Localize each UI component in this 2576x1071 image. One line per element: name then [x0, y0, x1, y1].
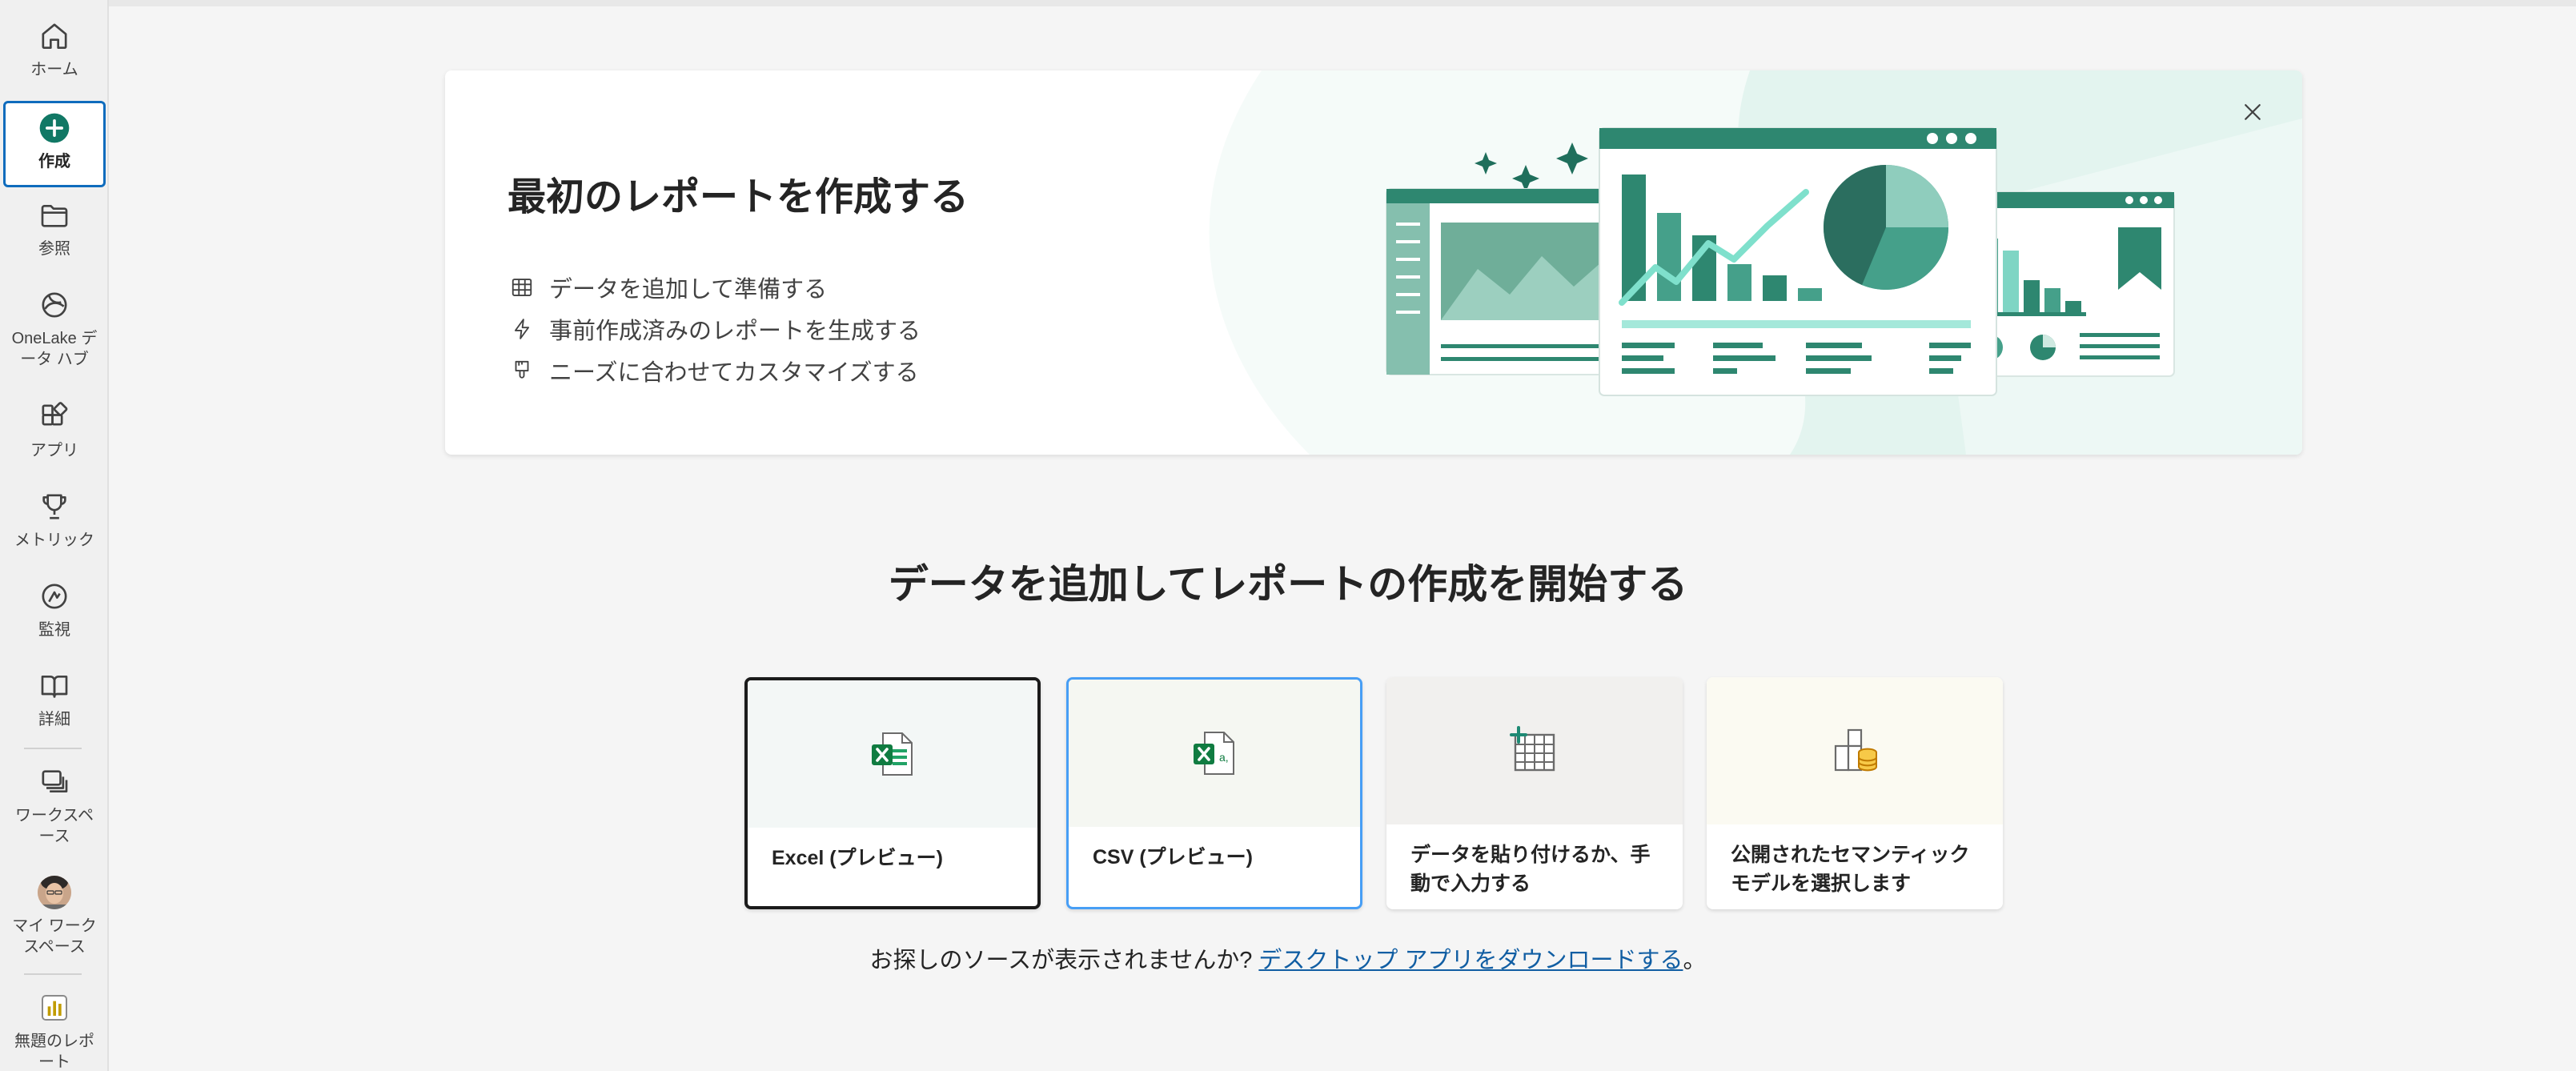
- banner-bullet-customize: ニーズに合わせてカスタマイズする: [508, 354, 919, 387]
- excel-card-label: Excel (プレビュー): [772, 847, 943, 869]
- excel-icon: [872, 732, 913, 776]
- nav-onelake-label-2: ータ ハブ: [20, 351, 89, 368]
- paste-data-card[interactable]: データを貼り付けるか、手 動で入力する: [1386, 677, 1683, 909]
- nav-browse[interactable]: 参照: [3, 197, 106, 259]
- banner-bullet-generate-report: 事前作成済みのレポートを生成する: [508, 312, 921, 346]
- nav-apps-label: アプリ: [30, 442, 78, 459]
- nav-untitled-report[interactable]: 無題のレポ ート: [3, 989, 106, 1071]
- top-border: [0, 0, 2576, 6]
- nav-workspaces[interactable]: ワークスペ ース: [3, 764, 106, 847]
- semantic-card-top: [1707, 677, 2003, 824]
- nav-apps[interactable]: アプリ: [3, 399, 106, 461]
- banner-bullet-prepare-data: データを追加して準備する: [508, 271, 827, 304]
- paste-card-top: [1386, 677, 1683, 824]
- semantic-card-label-2: モデルを選択します: [1731, 872, 1912, 895]
- nav-metrics[interactable]: メトリック: [3, 488, 106, 551]
- nav-workspaces-label-1: ワークスペ: [15, 807, 94, 824]
- nav-browse-label: 参照: [38, 240, 70, 258]
- apps-icon: [36, 399, 73, 435]
- lightning-icon: [508, 315, 536, 343]
- banner-close-button[interactable]: [2232, 91, 2273, 133]
- nav-learn-label: 詳細: [38, 711, 70, 728]
- nav-workspaces-label-2: ース: [38, 828, 70, 845]
- paste-card-label-2: 動で入力する: [1410, 872, 1531, 895]
- semantic-model-card[interactable]: 公開されたセマンティック モデルを選択します: [1707, 677, 2003, 909]
- create-plus-icon: [36, 110, 73, 146]
- section-title: データを追加してレポートの作成を開始する: [888, 562, 1688, 607]
- nav-onelake-data-hub[interactable]: OneLake デ ータ ハブ: [3, 287, 106, 370]
- csv-card-top: a,: [1069, 680, 1360, 827]
- nav-metrics-label: メトリック: [14, 531, 94, 549]
- workspaces-icon: [36, 764, 73, 800]
- book-icon: [36, 668, 73, 704]
- excel-source-card[interactable]: Excel (プレビュー): [744, 677, 1041, 909]
- banner-title: 最初のレポートを作成する: [508, 176, 969, 219]
- avatar-wrapper: [36, 874, 73, 911]
- paintbrush-icon: [508, 356, 536, 385]
- download-desktop-link[interactable]: デスクトップ アプリをダウンロードする: [1258, 948, 1683, 973]
- home-icon: [36, 18, 73, 54]
- csv-source-card[interactable]: a, CSV (プレビュー): [1066, 677, 1362, 909]
- nav-home-label: ホーム: [30, 61, 78, 78]
- onelake-icon: [36, 287, 73, 323]
- close-icon: [2245, 104, 2261, 120]
- paste-card-label-1: データを貼り付けるか、手: [1410, 844, 1651, 866]
- csv-card-label: CSV (プレビュー): [1093, 846, 1254, 868]
- download-desktop-hint: お探しのソースが表示されませんか? デスクトップ アプリをダウンロードする。: [0, 941, 2576, 975]
- hero-banner: 最初のレポートを作成する データを追加して準備する 事前作成済みのレポートを生成…: [445, 70, 2302, 455]
- banner-bullet-2-text: 事前作成済みのレポートを生成する: [549, 319, 921, 344]
- nav-onelake-label-1: OneLake デ: [11, 330, 98, 347]
- nav-learn[interactable]: 詳細: [3, 668, 106, 730]
- nav-report-label-1: 無題のレポ: [14, 1033, 94, 1050]
- nav-create-label: 作成: [38, 153, 70, 170]
- nav-home[interactable]: ホーム: [3, 18, 106, 80]
- folder-icon: [36, 197, 73, 234]
- nav-my-workspace-label-1: マイ ワーク: [12, 917, 97, 935]
- paste-card-label: データを貼り付けるか、手 動で入力する: [1410, 840, 1659, 898]
- footer-text: お探しのソースが表示されませんか?: [869, 948, 1259, 973]
- rail-divider: [24, 748, 82, 749]
- avatar: [38, 876, 71, 909]
- nav-report-label-2: ート: [38, 1053, 70, 1071]
- semantic-model-icon: [1834, 728, 1877, 772]
- banner-bullet-1-text: データを追加して準備する: [549, 277, 828, 303]
- table-add-icon: [1510, 726, 1555, 772]
- nav-create[interactable]: 作成: [3, 101, 106, 187]
- left-navigation-rail: ホーム 作成 参照 OneLake デ ータ ハブ アプリ メトリック 監視 詳…: [0, 0, 109, 1071]
- semantic-card-label-1: 公開されたセマンティック: [1731, 844, 1970, 866]
- nav-monitor-label: 監視: [38, 621, 70, 639]
- csv-icon: a,: [1194, 732, 1234, 775]
- excel-card-top: [748, 680, 1037, 828]
- svg-text:a,: a,: [1219, 751, 1229, 764]
- footer-end: 。: [1683, 948, 1707, 973]
- table-icon: [508, 273, 536, 302]
- report-icon: [36, 989, 73, 1026]
- semantic-card-label: 公開されたセマンティック モデルを選択します: [1731, 840, 1979, 898]
- report-illustration: [1209, 70, 2302, 455]
- banner-bullet-3-text: ニーズに合わせてカスタマイズする: [549, 360, 919, 386]
- trophy-icon: [36, 488, 73, 525]
